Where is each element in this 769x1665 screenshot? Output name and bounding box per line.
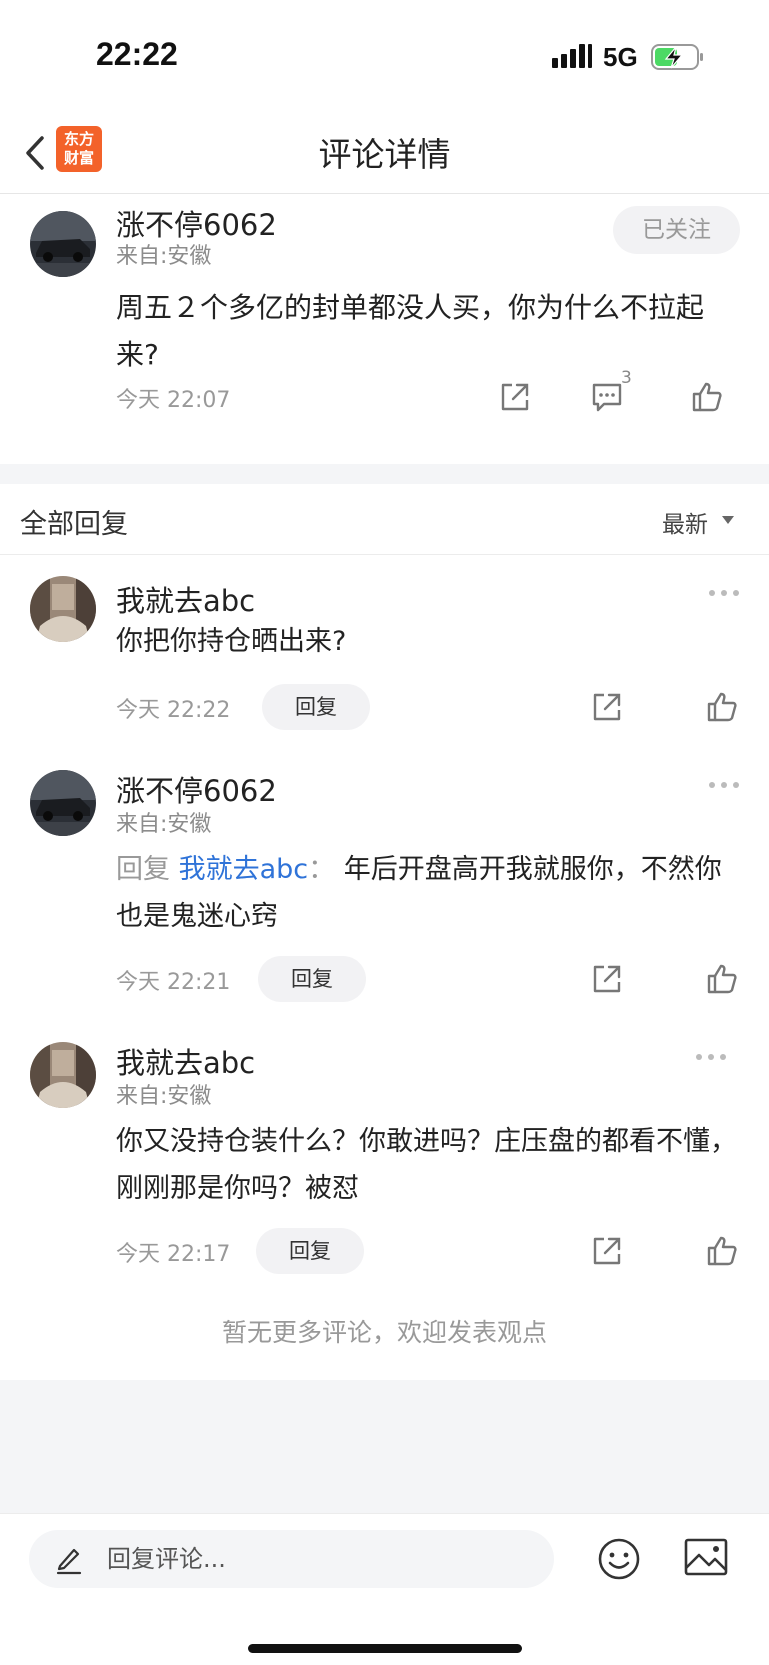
pen-icon: [56, 1548, 82, 1575]
follow-button[interactable]: 已关注: [613, 206, 740, 254]
reply-location: 来自:安徽: [116, 1084, 212, 1109]
interior-avatar-image: [30, 576, 96, 642]
reply-text: 你又没持仓装什么？你敢进吗？庄压盘的都看不懂，刚刚那是你吗？被怼: [116, 1126, 737, 1204]
reply-location: 来自:安徽: [116, 812, 212, 837]
avatar[interactable]: [30, 1042, 96, 1108]
replies-header: 全部回复 最新: [0, 484, 769, 555]
page-title: 评论详情: [318, 135, 451, 174]
main-comment: 涨不停6062 来自:安徽 已关注 周五２个多亿的封单都没人买，你为什么不拉起来…: [0, 194, 769, 464]
comment-icon[interactable]: [590, 380, 624, 414]
reply-text: 你把你持仓晒出来?: [116, 626, 347, 657]
reply-author[interactable]: 我就去abc: [116, 1040, 255, 1082]
more-options-icon[interactable]: [694, 1052, 728, 1062]
share-icon[interactable]: [498, 380, 532, 414]
dropdown-arrow-icon[interactable]: [722, 516, 734, 524]
reply-author[interactable]: 涨不停6062: [116, 768, 277, 810]
network-label: 5G: [603, 42, 638, 72]
reply-prefix: 回复: [116, 854, 170, 885]
more-options-icon[interactable]: [707, 588, 741, 598]
mention-link[interactable]: 我就去abc: [179, 854, 309, 885]
reply-author[interactable]: 我就去abc: [116, 578, 255, 620]
empty-area: [0, 1380, 769, 1513]
status-time: 22:22: [96, 36, 178, 72]
reply-button[interactable]: 回复: [262, 684, 370, 730]
avatar[interactable]: [30, 211, 96, 277]
comment-count: 3: [621, 368, 632, 388]
nav-bar: 东方 财富 评论详情: [0, 112, 769, 194]
car-avatar-image: [30, 211, 96, 277]
bottom-composer: [0, 1513, 769, 1665]
mention-separator: ：: [308, 854, 336, 885]
sort-dropdown[interactable]: 最新: [662, 505, 708, 539]
reply-time: 今天 22:17: [116, 1242, 231, 1267]
reply-input[interactable]: [29, 1530, 554, 1588]
reply-item: 涨不停6062 来自:安徽 回复 我就去abc： 年后开盘高开我就服你，不然你也…: [0, 750, 769, 1005]
home-indicator: [248, 1644, 522, 1653]
emoji-icon[interactable]: [597, 1537, 641, 1581]
section-divider: [0, 464, 769, 484]
avatar[interactable]: [30, 770, 96, 836]
comment-text: 周五２个多亿的封单都没人买，你为什么不拉起来?: [116, 291, 705, 371]
thumbs-up-icon[interactable]: [705, 690, 739, 724]
reply-item: 我就去abc 来自:安徽 你又没持仓装什么？你敢进吗？庄压盘的都看不懂，刚刚那是…: [0, 1022, 769, 1292]
thumbs-up-icon[interactable]: [705, 962, 739, 996]
replies-title: 全部回复: [20, 509, 128, 540]
no-more-comments: 暂无更多评论，欢迎发表观点: [221, 1318, 547, 1347]
share-icon[interactable]: [590, 1234, 624, 1268]
reply-text: 回复 我就去abc： 年后开盘高开我就服你，不然你也是鬼迷心窍: [116, 846, 742, 940]
author-location: 来自:安徽: [116, 244, 212, 269]
comment-time: 今天 22:07: [116, 388, 231, 413]
more-options-icon[interactable]: [707, 780, 741, 790]
reply-time: 今天 22:22: [116, 698, 231, 723]
avatar[interactable]: [30, 576, 96, 642]
signal-icon: [552, 44, 592, 68]
battery-charging-icon: [651, 44, 703, 70]
share-icon[interactable]: [590, 690, 624, 724]
image-icon[interactable]: [683, 1537, 729, 1577]
status-bar: 22:22 5G: [0, 0, 769, 112]
interior-avatar-image: [30, 1042, 96, 1108]
reply-time: 今天 22:21: [116, 970, 231, 995]
car-avatar-image: [30, 770, 96, 836]
thumbs-up-icon[interactable]: [705, 1234, 739, 1268]
thumbs-up-icon[interactable]: [690, 380, 724, 414]
share-icon[interactable]: [590, 962, 624, 996]
reply-item: 我就去abc 你把你持仓晒出来? 今天 22:22 回复: [0, 556, 769, 736]
reply-button[interactable]: 回复: [256, 1228, 364, 1274]
reply-button[interactable]: 回复: [258, 956, 366, 1002]
